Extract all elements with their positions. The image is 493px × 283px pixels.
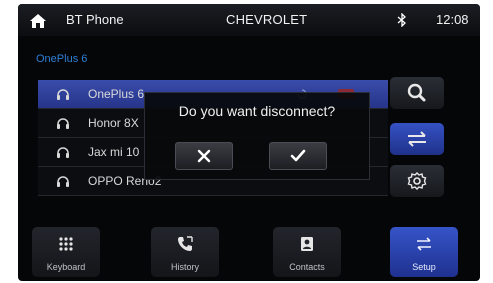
nav-keyboard[interactable]: Keyboard [32,227,100,277]
device-label: Honor 8X [88,116,139,130]
nav-label: Keyboard [46,262,86,272]
cancel-button[interactable] [175,142,233,170]
checkmark-icon [290,149,306,162]
transfer-button[interactable] [390,123,444,155]
brand-name: CHEVROLET [226,12,308,27]
device-label: OnePlus 6 [88,87,145,101]
nav-history[interactable]: History [151,227,219,277]
clock: 12:08 [436,12,469,27]
head-unit-screen: BT Phone CHEVROLET 12:08 OnePlus 6 OnePl… [18,4,480,281]
bluetooth-icon [397,13,406,27]
contacts-icon [301,237,313,251]
headphones-icon [57,118,69,129]
confirm-button[interactable] [269,142,327,170]
disconnect-dialog: Do you want disconnect? [144,92,370,180]
search-icon [407,83,426,102]
call-history-icon [178,236,193,251]
app-title: BT Phone [66,12,124,27]
headphones-icon [57,89,69,100]
nav-setup[interactable]: Setup [390,227,458,277]
dialog-message: Do you want disconnect? [178,103,336,119]
settings-button[interactable] [390,165,444,197]
nav-contacts[interactable]: Contacts [273,227,341,277]
search-button[interactable] [390,77,444,109]
status-bar: BT Phone CHEVROLET 12:08 [18,4,480,36]
home-icon[interactable] [30,14,46,28]
connected-device-name: OnePlus 6 [36,53,88,65]
close-icon [197,149,211,163]
nav-label: Setup [412,262,436,272]
transfer-arrows-icon [417,237,431,251]
device-label: Jax mi 10 [88,145,140,159]
headphones-icon [57,176,69,187]
headphones-icon [57,147,69,158]
transfer-arrows-icon [408,131,426,147]
nav-label: History [170,262,199,272]
keypad-icon [59,237,73,251]
nav-label: Contacts [289,262,325,272]
gear-icon [407,172,427,190]
